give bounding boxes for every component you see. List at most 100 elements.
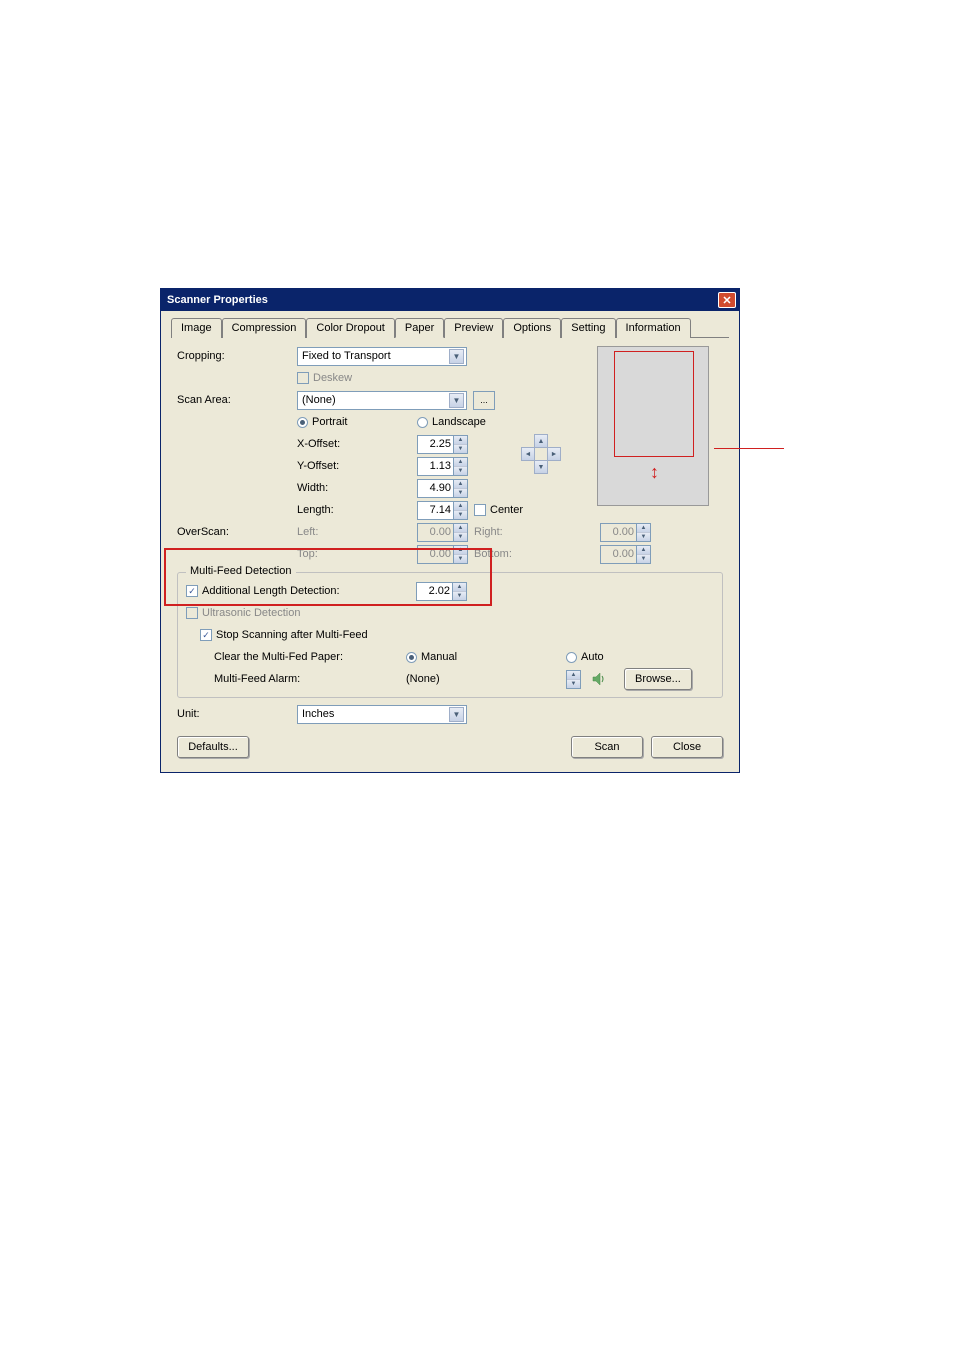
landscape-radio[interactable]: Landscape	[417, 416, 486, 428]
crop-rectangle[interactable]	[614, 351, 694, 457]
spin-down-icon[interactable]: ▼	[454, 489, 467, 497]
alarm-label: Multi-Feed Alarm:	[214, 673, 406, 685]
deskew-label: Deskew	[313, 372, 352, 384]
additional-length-label: Additional Length Detection:	[202, 585, 340, 597]
spin-up-icon[interactable]: ▲	[454, 458, 467, 467]
y-offset-label: Y-Offset:	[297, 460, 375, 472]
spin-down-icon: ▼	[637, 555, 650, 563]
tab-preview[interactable]: Preview	[444, 318, 503, 338]
additional-length-input[interactable]	[416, 582, 452, 601]
stop-scanning-checkbox[interactable]: Stop Scanning after Multi-Feed	[200, 629, 368, 641]
titlebar: Scanner Properties ✕	[161, 289, 739, 311]
alarm-spinner[interactable]: ▲▼	[566, 670, 586, 689]
callout-line	[714, 448, 784, 449]
x-offset-label: X-Offset:	[297, 438, 375, 450]
cropping-combo[interactable]: Fixed to Transport ▼	[297, 347, 467, 366]
spin-up-icon: ▲	[637, 546, 650, 555]
scan-button[interactable]: Scan	[571, 736, 643, 758]
spin-up-icon[interactable]: ▲	[567, 671, 580, 680]
spin-down-icon[interactable]: ▼	[454, 511, 467, 519]
clear-multifed-label: Clear the Multi-Fed Paper:	[214, 651, 406, 663]
x-offset-spinner[interactable]: ▲▼	[417, 435, 468, 454]
scan-area-value: (None)	[302, 394, 336, 406]
additional-length-checkbox[interactable]: Additional Length Detection:	[186, 585, 416, 597]
x-offset-input[interactable]	[417, 435, 453, 454]
unit-label: Unit:	[177, 708, 297, 720]
top-input	[417, 545, 453, 564]
defaults-button[interactable]: Defaults...	[177, 736, 249, 758]
width-spinner[interactable]: ▲▼	[417, 479, 468, 498]
left-input	[417, 523, 453, 542]
cropping-value: Fixed to Transport	[302, 350, 391, 362]
speaker-icon[interactable]	[590, 670, 608, 688]
right-input	[600, 523, 636, 542]
browse-button[interactable]: Browse...	[624, 668, 692, 690]
spin-down-icon: ▼	[454, 555, 467, 563]
close-icon[interactable]: ✕	[718, 292, 736, 308]
arrow-down-icon[interactable]: ▼	[534, 460, 548, 474]
tab-options[interactable]: Options	[503, 318, 561, 338]
spin-up-icon: ▲	[637, 524, 650, 533]
overscan-row: OverScan: Left: ▲▼ Right: ▲▼	[177, 522, 723, 542]
bottom-input	[600, 545, 636, 564]
unit-value: Inches	[302, 708, 334, 720]
spin-up-icon[interactable]: ▲	[454, 502, 467, 511]
tab-setting[interactable]: Setting	[561, 318, 615, 338]
spin-up-icon[interactable]: ▲	[454, 436, 467, 445]
unit-combo[interactable]: Inches ▼	[297, 705, 467, 724]
multi-feed-legend: Multi-Feed Detection	[186, 565, 296, 577]
page-preview: ↕	[597, 346, 709, 506]
right-label: Right:	[468, 526, 528, 538]
spin-down-icon: ▼	[454, 533, 467, 541]
tab-compression[interactable]: Compression	[222, 318, 307, 338]
spin-down-icon[interactable]: ▼	[453, 592, 466, 600]
center-checkbox[interactable]: Center	[474, 504, 523, 516]
spin-up-icon: ▲	[454, 546, 467, 555]
ultrasonic-row: Ultrasonic Detection	[186, 603, 714, 623]
tab-color-dropout[interactable]: Color Dropout	[306, 318, 394, 338]
tab-paper[interactable]: Paper	[395, 318, 444, 338]
right-spinner: ▲▼	[600, 523, 651, 542]
portrait-label: Portrait	[312, 416, 347, 428]
additional-length-row: Additional Length Detection: ▲▼	[186, 581, 714, 601]
top-label: Top:	[297, 548, 375, 560]
portrait-radio[interactable]: Portrait	[297, 416, 417, 428]
spin-up-icon[interactable]: ▲	[454, 480, 467, 489]
spin-down-icon[interactable]: ▼	[454, 445, 467, 453]
length-spinner[interactable]: ▲▼	[417, 501, 468, 520]
scan-area-more-button[interactable]: ...	[473, 391, 495, 410]
scan-area-combo[interactable]: (None) ▼	[297, 391, 467, 410]
manual-label: Manual	[421, 651, 457, 663]
close-button[interactable]: Close	[651, 736, 723, 758]
length-label: Length:	[297, 504, 375, 516]
manual-radio[interactable]: Manual	[406, 651, 566, 663]
bottom-spinner: ▲▼	[600, 545, 651, 564]
arrow-up-icon[interactable]: ▲	[534, 434, 548, 448]
spin-down-icon: ▼	[637, 533, 650, 541]
overscan-row2: Top: ▲▼ Bottom: ▲▼	[177, 544, 723, 564]
left-spinner: ▲▼	[417, 523, 468, 542]
chevron-down-icon: ▼	[449, 393, 464, 408]
spin-down-icon[interactable]: ▼	[567, 680, 580, 688]
tab-strip: Image Compression Color Dropout Paper Pr…	[171, 317, 729, 338]
chevron-down-icon: ▼	[449, 707, 464, 722]
alarm-value: (None)	[406, 673, 566, 685]
stop-scanning-label: Stop Scanning after Multi-Feed	[216, 629, 368, 641]
tab-information[interactable]: Information	[616, 318, 691, 338]
width-input[interactable]	[417, 479, 453, 498]
arrow-right-icon[interactable]: ►	[547, 447, 561, 461]
y-offset-input[interactable]	[417, 457, 453, 476]
arrow-left-icon[interactable]: ◄	[521, 447, 535, 461]
spin-down-icon[interactable]: ▼	[454, 467, 467, 475]
y-offset-spinner[interactable]: ▲▼	[417, 457, 468, 476]
spin-up-icon[interactable]: ▲	[453, 583, 466, 592]
multi-feed-group: Multi-Feed Detection Additional Length D…	[177, 572, 723, 698]
auto-radio[interactable]: Auto	[566, 651, 604, 663]
length-input[interactable]	[417, 501, 453, 520]
tab-image[interactable]: Image	[171, 318, 222, 338]
additional-length-spinner[interactable]: ▲▼	[416, 582, 467, 601]
offset-arrow-pad: ▲ ▼ ◄ ►	[521, 434, 561, 474]
width-label: Width:	[297, 482, 375, 494]
center-label: Center	[490, 504, 523, 516]
stop-scanning-row: Stop Scanning after Multi-Feed	[200, 625, 714, 645]
